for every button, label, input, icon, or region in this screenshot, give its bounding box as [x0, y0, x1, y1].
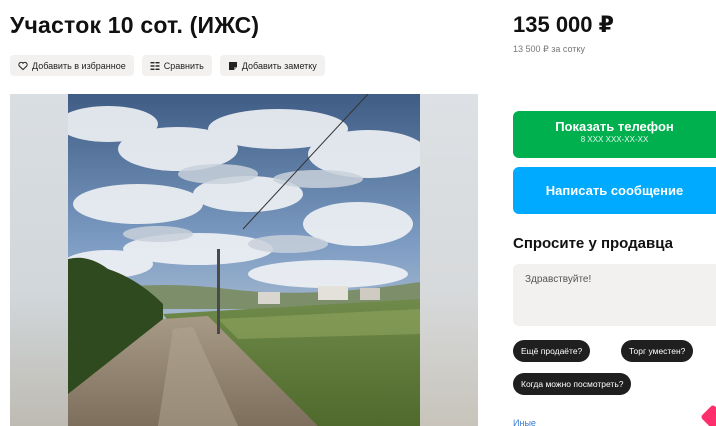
chip-bargain[interactable]: Торг уместен?	[621, 340, 694, 362]
compare-label: Сравнить	[163, 60, 204, 71]
photo-gallery[interactable]	[10, 94, 478, 426]
show-phone-label: Показать телефон	[555, 119, 674, 134]
listing-photo[interactable]	[68, 94, 420, 426]
listing-title: Участок 10 сот. (ИЖС)	[10, 12, 260, 38]
price: 135 000 ₽	[513, 12, 614, 37]
gallery-blur-right	[420, 94, 478, 426]
add-note-button[interactable]: Добавить заметку	[219, 55, 325, 76]
gallery-blur-left	[10, 94, 68, 426]
note-icon	[228, 61, 237, 70]
heart-icon	[18, 61, 28, 70]
compare-icon	[150, 61, 160, 70]
more-questions-link[interactable]: Иные	[513, 418, 536, 426]
phone-mask: 8 XXX XXX-XX-XX	[580, 135, 649, 144]
chip-when-to-view[interactable]: Когда можно посмотреть?	[513, 373, 632, 395]
listing-actions: Добавить в избранное Сравнить Добавить з…	[10, 55, 325, 76]
write-message-button[interactable]: Написать сообщение	[513, 167, 716, 214]
ask-seller-title: Спросите у продавца	[513, 235, 673, 252]
add-to-favorites-button[interactable]: Добавить в избранное	[10, 55, 134, 76]
compare-button[interactable]: Сравнить	[141, 55, 212, 76]
add-note-label: Добавить заметку	[241, 60, 317, 71]
message-input[interactable]: Здравствуйте!	[513, 264, 716, 326]
corner-badge	[700, 404, 716, 426]
chip-still-selling[interactable]: Ещё продаёте?	[513, 340, 591, 362]
show-phone-button[interactable]: Показать телефон 8 XXX XXX-XX-XX	[513, 111, 716, 158]
add-to-favorites-label: Добавить в избранное	[32, 60, 126, 71]
price-per-unit: 13 500 ₽ за сотку	[513, 44, 585, 54]
